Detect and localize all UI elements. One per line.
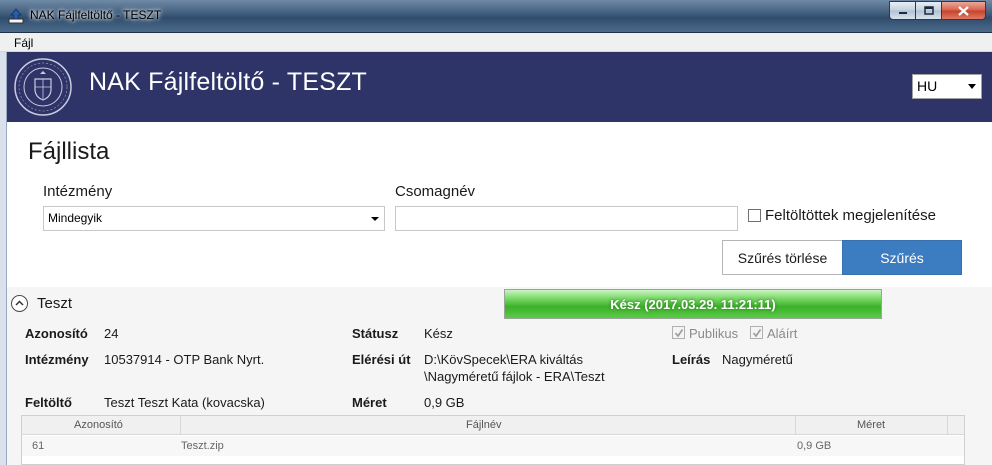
column-divider — [947, 416, 948, 435]
table-row[interactable]: 61 Teszt.zip 0,9 GB — [22, 436, 964, 456]
app-title: NAK Fájlfeltöltő - TESZT — [89, 68, 368, 96]
chevron-down-icon — [371, 217, 379, 221]
id-value: 24 — [104, 326, 119, 341]
chevron-down-icon — [968, 84, 976, 89]
chevron-up-icon — [15, 300, 24, 306]
uploader-label: Feltöltő — [25, 395, 72, 410]
upload-app-icon — [8, 8, 24, 24]
window-frame-left — [0, 52, 7, 465]
checkmark-icon — [674, 329, 684, 338]
column-header-size[interactable]: Méret — [857, 419, 885, 431]
column-header-id[interactable]: Azonosító — [74, 419, 123, 431]
row-id: 61 — [32, 440, 45, 452]
filter-button[interactable]: Szűrés — [842, 240, 962, 275]
size-value: 0,9 GB — [424, 395, 465, 410]
menu-bar: Fájl — [0, 33, 992, 52]
path-line-2: \Nagyméretű fájlok - ERA\Teszt — [424, 369, 605, 384]
upload-progress-bar: Kész (2017.03.29. 11:21:11) — [504, 289, 882, 319]
language-value: HU — [917, 78, 938, 94]
path-line-1: D:\KövSpecek\ERA kiváltás — [424, 352, 583, 367]
window-title: NAK Fájlfeltöltő - TESZT — [30, 8, 162, 22]
show-uploaded-label[interactable]: Feltöltöttek megjelenítése — [765, 207, 936, 224]
group-name: Teszt — [37, 295, 73, 312]
public-label: Publikus — [689, 326, 739, 341]
status-label: Státusz — [352, 326, 399, 341]
signed-label: Aláírt — [767, 326, 798, 341]
minimize-icon — [898, 11, 907, 14]
column-header-filename[interactable]: Fájlnév — [466, 419, 501, 431]
maximize-button[interactable] — [916, 1, 942, 20]
column-divider — [795, 416, 796, 435]
maximize-icon — [923, 6, 934, 15]
app-header: NAK Fájlfeltöltő - TESZT HU — [7, 52, 992, 122]
institution-field-value: 10537914 - OTP Bank Nyrt. — [104, 352, 265, 367]
package-name-input[interactable] — [395, 206, 738, 231]
institution-field-label: Intézmény — [25, 352, 89, 367]
bank-seal-logo — [14, 58, 72, 116]
description-label: Leírás — [672, 352, 711, 367]
clear-filter-button[interactable]: Szűrés törlése — [722, 240, 843, 275]
institution-select-value: Mindegyik — [48, 211, 103, 225]
collapse-button[interactable] — [11, 295, 28, 312]
size-label: Méret — [352, 395, 387, 410]
uploader-value: Teszt Teszt Kata (kovacska) — [104, 395, 265, 410]
id-label: Azonosító — [25, 326, 88, 341]
minimize-button[interactable] — [889, 1, 916, 20]
path-label: Elérési út — [352, 352, 411, 367]
package-group: Teszt Kész (2017.03.29. 11:21:11) Azonos… — [7, 287, 992, 465]
column-divider — [180, 416, 181, 435]
close-icon — [958, 5, 969, 16]
package-name-label: Csomagnév — [395, 183, 476, 200]
institution-label: Intézmény — [43, 183, 113, 200]
table-header: Azonosító Fájlnév Méret — [22, 416, 964, 435]
window-title-bar[interactable]: NAK Fájlfeltöltő - TESZT — [0, 0, 992, 33]
institution-select[interactable]: Mindegyik — [43, 206, 385, 231]
close-button[interactable] — [942, 1, 986, 20]
description-value: Nagyméretű — [722, 352, 793, 367]
signed-checkbox — [750, 326, 763, 339]
progress-text: Kész (2017.03.29. 11:21:11) — [610, 296, 776, 312]
row-filename: Teszt.zip — [181, 440, 224, 452]
checkmark-icon — [752, 329, 762, 338]
show-uploaded-checkbox[interactable] — [748, 209, 761, 222]
path-value: D:\KövSpecek\ERA kiváltás \Nagyméretű fá… — [424, 351, 605, 385]
row-size: 0,9 GB — [797, 440, 832, 452]
status-value: Kész — [424, 326, 453, 341]
language-select[interactable]: HU — [912, 74, 982, 99]
page-title: Fájllista — [28, 138, 110, 165]
menu-file[interactable]: Fájl — [14, 36, 33, 50]
file-table: Azonosító Fájlnév Méret 61 Teszt.zip 0,9… — [21, 415, 965, 465]
public-checkbox — [672, 326, 685, 339]
